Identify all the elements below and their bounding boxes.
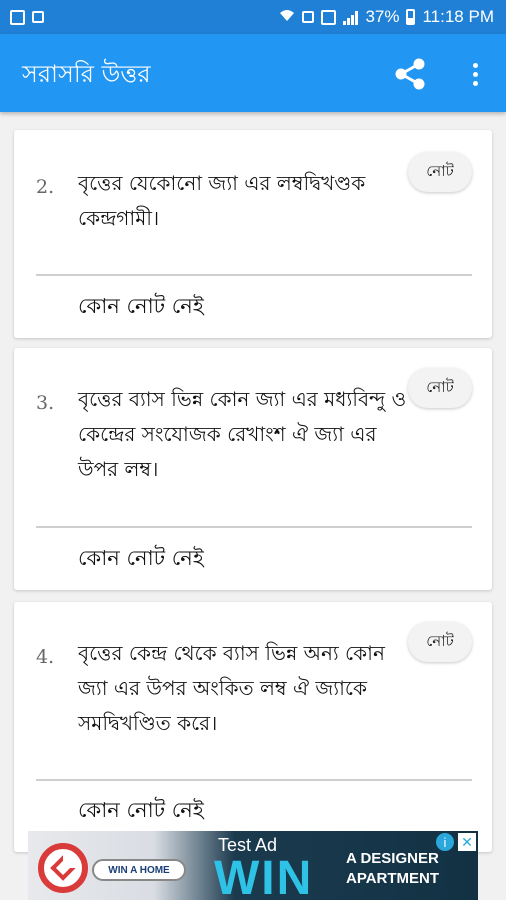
- note-text: কোন নোট নেই: [78, 798, 204, 822]
- sim-icon: [302, 11, 315, 23]
- share-icon: [395, 58, 425, 90]
- battery-percent: 37%: [365, 7, 400, 26]
- more-options-button[interactable]: [458, 54, 492, 94]
- gallery-notification-icon: [10, 9, 25, 25]
- note-button[interactable]: নোট: [408, 368, 472, 408]
- question-number: 4.: [36, 646, 55, 668]
- wifi-icon: [279, 7, 295, 27]
- more-vert-icon: [472, 62, 478, 68]
- house-logo-icon: [38, 843, 88, 893]
- question-text: বৃত্তের যেকোনো জ্যা এর লম্বদ্বিখণ্ডক কেন…: [78, 171, 366, 230]
- app-bar: সরাসরি উত্তর: [0, 34, 506, 112]
- answer-card: 2. বৃত্তের যেকোনো জ্যা এর লম্বদ্বিখণ্ডক …: [14, 130, 492, 338]
- ad-subline-1: A DESIGNER: [346, 850, 439, 867]
- question-number: 2.: [36, 176, 55, 198]
- question-text: বৃত্তের কেন্দ্র থেকে ব্যাস ভিন্ন অন্য কো…: [78, 641, 385, 735]
- ad-subline: A DESIGNER APARTMENT: [346, 849, 439, 889]
- status-bar: 37% 11:18 PM: [0, 0, 506, 34]
- page-title: সরাসরি উত্তর: [22, 60, 151, 88]
- signal-box-icon: [321, 9, 337, 25]
- divider: [36, 274, 472, 276]
- question-number: 3.: [36, 392, 55, 414]
- ad-info-icon[interactable]: i: [436, 833, 454, 851]
- battery-icon: [406, 9, 416, 25]
- note-button[interactable]: নোট: [408, 152, 472, 192]
- divider: [36, 779, 472, 781]
- clock: 11:18 PM: [422, 7, 494, 26]
- ad-headline: WIN: [214, 852, 314, 900]
- note-button[interactable]: নোট: [408, 622, 472, 662]
- download-notification-icon: [32, 11, 44, 23]
- note-text: কোন নোট নেই: [78, 294, 204, 318]
- status-indicators: 37% 11:18 PM: [279, 7, 494, 27]
- ad-close-icon[interactable]: ✕: [458, 833, 476, 851]
- ad-badge: WIN A HOME: [92, 859, 186, 881]
- signal-strength-icon: [343, 10, 359, 25]
- status-notifications: [10, 9, 44, 25]
- answer-card: 4. বৃত্তের কেন্দ্র থেকে ব্যাস ভিন্ন অন্য…: [14, 602, 492, 852]
- answer-card: 3. বৃত্তের ব্যাস ভিন্ন কোন জ্যা এর মধ্যব…: [14, 348, 492, 590]
- divider: [36, 526, 472, 528]
- ad-banner[interactable]: WIN A HOME Test Ad WIN A DESIGNER APARTM…: [28, 831, 478, 900]
- question-text: বৃত্তের ব্যাস ভিন্ন কোন জ্যা এর মধ্যবিন্…: [78, 387, 407, 481]
- ad-subline-2: APARTMENT: [346, 870, 440, 887]
- note-text: কোন নোট নেই: [78, 546, 204, 570]
- share-button[interactable]: [390, 54, 430, 94]
